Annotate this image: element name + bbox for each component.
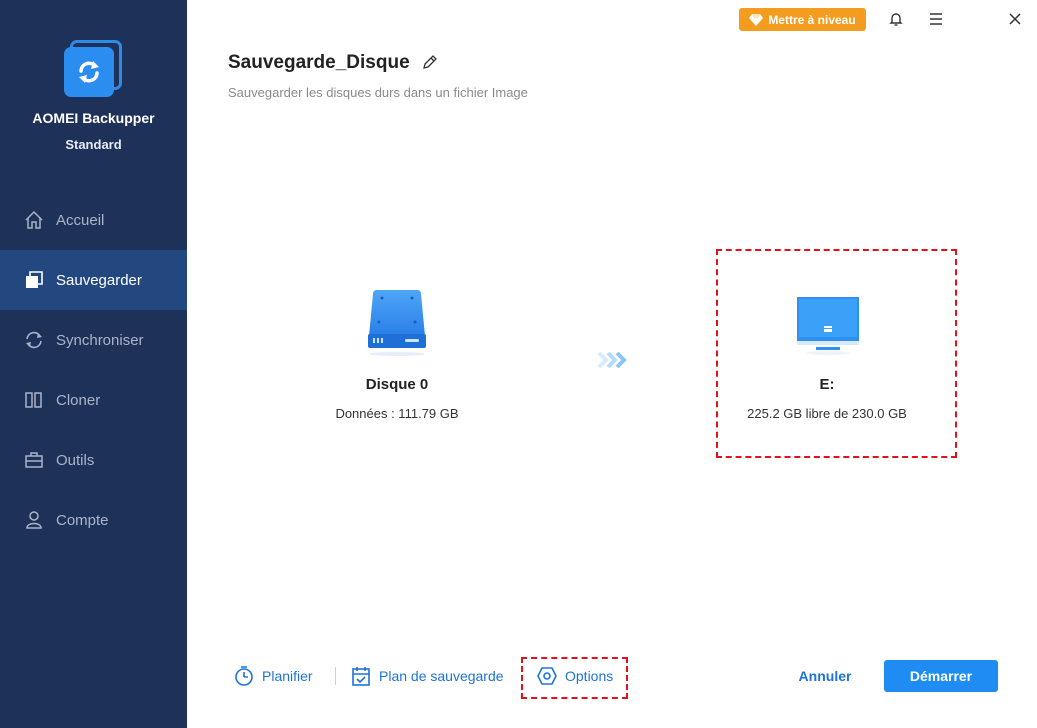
user-icon xyxy=(24,510,44,530)
options-button[interactable]: Options xyxy=(537,664,613,688)
bell-icon[interactable] xyxy=(887,10,905,28)
sidebar-item-label: Cloner xyxy=(56,391,101,409)
direction-arrows-icon xyxy=(597,350,631,370)
app-edition: Standard xyxy=(65,137,122,152)
diamond-icon xyxy=(749,13,764,26)
sidebar-item-outils[interactable]: Outils xyxy=(0,430,187,490)
sidebar-item-label: Compte xyxy=(56,511,109,529)
destination-name: E: xyxy=(819,376,835,393)
source-disk-detail: Données : 111.79 GB xyxy=(335,406,459,421)
menu-icon[interactable] xyxy=(927,10,945,28)
page-title: Sauvegarde_Disque xyxy=(228,52,410,73)
clone-icon xyxy=(24,390,44,410)
destination-selector[interactable] xyxy=(716,249,957,458)
page-subtitle: Sauvegarder les disques durs dans un fic… xyxy=(228,85,528,100)
sidebar-item-label: Outils xyxy=(56,451,95,469)
source-disk-name: Disque 0 xyxy=(365,376,429,393)
schedule-button[interactable]: Planifier xyxy=(234,664,313,688)
schedule-label: Planifier xyxy=(262,668,313,684)
sidebar-item-label: Sauvegarder xyxy=(56,271,142,289)
sidebar-item-synchroniser[interactable]: Synchroniser xyxy=(0,310,187,370)
hard-disk-icon xyxy=(368,290,426,356)
sidebar-nav: Accueil Sauvegarder Synchroniser Cloner … xyxy=(0,190,187,550)
sync-icon xyxy=(24,330,44,350)
sidebar-item-sauvegarder[interactable]: Sauvegarder xyxy=(0,250,187,310)
source-disk-selector[interactable] xyxy=(297,288,497,363)
sidebar-item-cloner[interactable]: Cloner xyxy=(0,370,187,430)
sidebar: AOMEI Backupper Standard Accueil Sauvega… xyxy=(0,0,187,728)
upgrade-button[interactable]: Mettre à niveau xyxy=(739,8,866,31)
home-icon xyxy=(24,210,44,230)
sidebar-item-compte[interactable]: Compte xyxy=(0,490,187,550)
sidebar-item-accueil[interactable]: Accueil xyxy=(0,190,187,250)
timer-icon xyxy=(234,665,254,687)
divider xyxy=(335,667,336,685)
edit-pencil-icon[interactable] xyxy=(421,53,439,71)
calendar-check-icon xyxy=(351,665,371,687)
upgrade-label: Mettre à niveau xyxy=(768,12,856,27)
app-logo-icon xyxy=(64,40,122,98)
close-icon[interactable] xyxy=(1006,10,1024,28)
toolbox-icon xyxy=(24,450,44,470)
settings-hex-icon xyxy=(537,666,557,686)
destination-detail: 225.2 GB libre de 230.0 GB xyxy=(747,406,907,421)
backup-scheme-label: Plan de sauvegarde xyxy=(379,668,504,684)
options-label: Options xyxy=(565,668,614,684)
sidebar-item-label: Accueil xyxy=(56,211,105,229)
backup-scheme-button[interactable]: Plan de sauvegarde xyxy=(351,664,504,688)
start-button[interactable]: Démarrer xyxy=(884,660,998,692)
sidebar-item-label: Synchroniser xyxy=(56,331,144,349)
backup-icon xyxy=(24,270,44,290)
app-name: AOMEI Backupper xyxy=(32,110,155,126)
cancel-button[interactable]: Annuler xyxy=(790,668,860,684)
